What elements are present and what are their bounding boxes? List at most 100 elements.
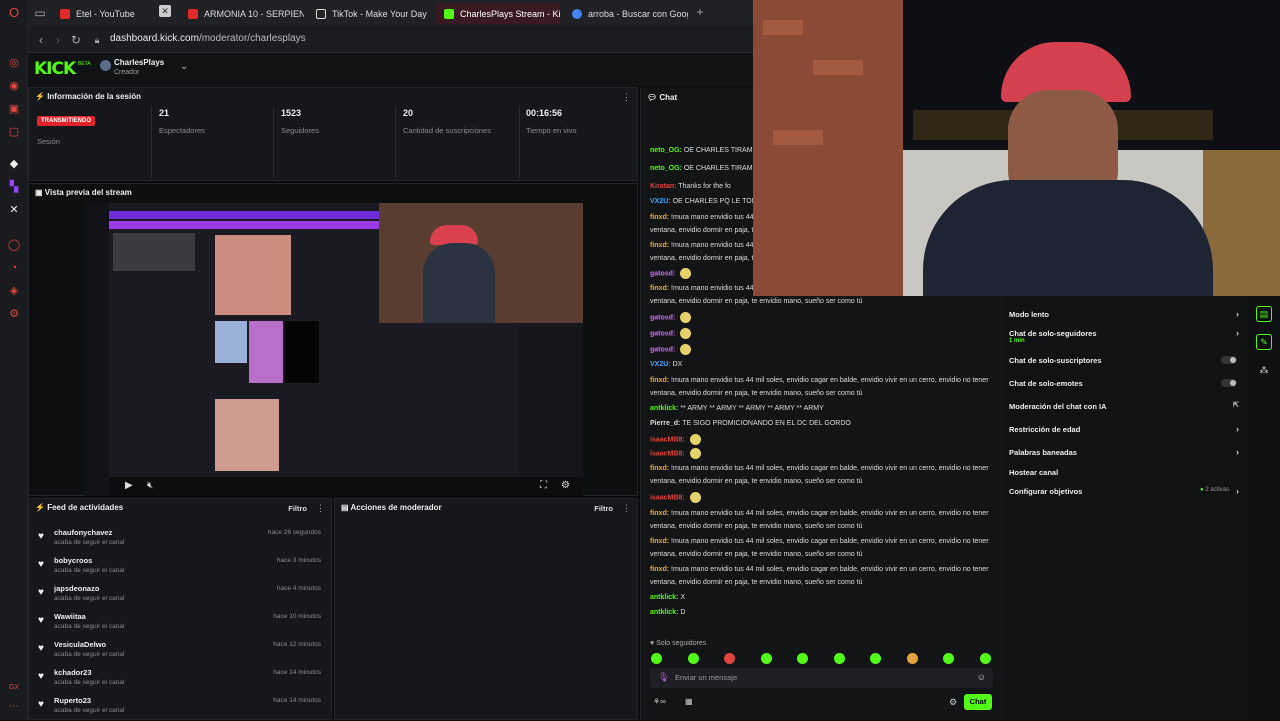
sidebar-app-icon[interactable]: ▢ [7,125,21,139]
chat-username[interactable]: isaacMB8: [650,494,685,501]
chat-username[interactable]: gatosd: [650,346,675,353]
twitch-icon[interactable]: ▚ [7,180,21,194]
mod-filter-button[interactable]: Filtro [594,504,613,513]
emote-icon[interactable] [687,653,699,664]
chat-username[interactable]: antklick: [650,594,678,601]
calendar-icon[interactable]: ▦ [685,697,693,706]
chat-username[interactable]: finxd: [650,538,669,545]
chat-username[interactable]: VX2U: [650,198,671,205]
emote-icon[interactable] [724,653,735,664]
tab-menu-icon[interactable]: ▭ [32,5,48,21]
panel-toggle-icon[interactable]: ▤ [1256,306,1272,322]
chat-username[interactable]: Pierre_d: [650,420,680,427]
emote-icon[interactable] [651,653,662,664]
tab-charlesplays[interactable]: CharlesPlays Stream - Ki [436,3,560,24]
settings-icon[interactable]: ⚙ [7,307,21,321]
settings-icon[interactable]: ⚙ [949,697,957,708]
chat-username[interactable]: neto_OG: [650,165,682,172]
chat-username[interactable]: isaacMB8: [650,436,685,443]
chat-username[interactable]: finxd: [650,214,669,221]
emote-icon [680,328,692,339]
more-icon[interactable]: ⋯ [7,700,21,714]
sidebar-app-icon[interactable]: GX [7,681,21,695]
setting-ai-moderation[interactable]: Moderación del chat con IA ⇱ [1009,402,1241,411]
sidebar-app-icon[interactable]: ◆ [7,157,21,171]
address-bar: ‹ › ↻ 🔒︎ dashboard.kick.com/moderator/ch… [28,26,753,53]
setting-banned-words[interactable]: Palabras baneadas › [1009,447,1241,457]
play-icon[interactable]: ▶ [125,480,133,491]
sidebar-app-icon[interactable]: ◉ [7,79,21,93]
chat-username[interactable]: isaacMB8: [650,450,685,457]
history-icon[interactable]: ◔ [7,261,21,275]
feed-title: ⚡ Feed de actividades [35,503,124,512]
close-tab-icon[interactable]: ✕ [159,5,171,17]
kick-logo[interactable]: KICK [34,59,76,79]
tab-google[interactable]: arroba - Buscar con Goog [564,3,688,24]
more-options-icon[interactable]: ⋮ [622,92,631,103]
emote-icon[interactable] [797,653,808,664]
chat-username[interactable]: gatosd: [650,270,675,277]
feed-filter-button[interactable]: Filtro [288,504,307,513]
setting-followers-only[interactable]: Chat de solo-seguidores 1 min › [1009,328,1241,344]
tab-tiktok[interactable]: TikTok - Make Your Day [308,3,432,24]
chat-username[interactable]: neto_OG: [650,147,682,154]
setting-goals[interactable]: Configurar objetivos ● 2 activas › [1009,486,1241,496]
forward-icon[interactable]: › [50,32,66,48]
chat-username[interactable]: finxd: [650,242,669,249]
chat-username[interactable]: antklick: [650,609,678,616]
chat-username[interactable]: finxd: [650,566,669,573]
back-icon[interactable]: ‹ [33,32,49,48]
more-options-icon[interactable]: ⋮ [316,503,325,514]
mute-icon[interactable]: 🔇︎ [147,480,153,491]
sidebar-app-icon[interactable]: ▣ [7,102,21,116]
setting-host-channel[interactable]: Hostear canal [1009,468,1241,477]
chat-username[interactable]: VX2U: [650,361,671,368]
emote-icon[interactable] [760,653,772,664]
mic-icon[interactable]: 🎙︎ [658,672,669,683]
reload-icon[interactable]: ↻ [68,32,84,48]
chat-username[interactable]: Kiratan: [650,183,676,190]
toggle-switch[interactable] [1221,356,1237,364]
stream-preview-video[interactable]: ▶ 🔇︎ ⛶ ⚙ [85,203,583,496]
sidebar-app-icon[interactable]: ◎ [7,56,21,70]
chat-username[interactable]: gatosd: [650,330,675,337]
chat-username[interactable]: gatosd: [650,314,675,321]
emote-icon[interactable] [979,653,991,664]
channel-name[interactable]: CharlesPlays [114,58,164,67]
emote-icon[interactable] [906,653,918,664]
emote-icon[interactable] [943,653,954,664]
send-chat-button[interactable]: Chat [964,694,992,710]
wrench-icon[interactable]: ✎ [1256,334,1272,350]
sidebar-app-icon[interactable]: ◯ [7,238,21,252]
emote-icon[interactable] [870,653,881,664]
settings-icon[interactable]: ⚙ [561,480,570,491]
setting-subscribers-only[interactable]: Chat de solo-suscriptores [1009,356,1241,365]
chat-title: 💬︎ Chat [647,93,678,102]
x-icon[interactable]: ✕ [7,203,21,217]
chat-text: ventana, envidio dormir en paja, te envi… [650,579,863,586]
chat-username[interactable]: finxd: [650,510,669,517]
chat-username[interactable]: finxd: [650,285,669,292]
mod-tools-icon[interactable]: ⚘∞ [653,697,666,706]
emote-icon[interactable] [833,653,845,664]
setting-slow-mode[interactable]: Modo lento › [1009,309,1241,319]
fullscreen-icon[interactable]: ⛶ [540,480,547,491]
chat-username[interactable]: finxd: [650,465,669,472]
chat-username[interactable]: finxd: [650,377,669,384]
chat-input[interactable]: 🎙︎ Enviar un mensaje ☺ [650,668,993,688]
setting-age-restriction[interactable]: Restricción de edad › [1009,424,1241,434]
chat-username[interactable]: antklick: [650,405,678,412]
url-field[interactable]: dashboard.kick.com/moderator/charlesplay… [110,33,306,44]
chevron-down-icon[interactable]: ⌄ [180,61,188,72]
tab-armonia[interactable]: ARMONIA 10 - SERPIENT [180,3,304,24]
emoji-icon[interactable]: ☺ [977,672,986,682]
sidebar-app-icon[interactable]: ◈ [7,284,21,298]
chat-message: gatosd: [650,328,1002,340]
opera-logo-icon[interactable]: O [7,6,21,20]
more-options-icon[interactable]: ⋮ [622,503,631,514]
connections-icon[interactable]: ⁂ [1256,362,1272,378]
setting-emotes-only[interactable]: Chat de solo-emotes [1009,379,1241,388]
toggle-switch[interactable] [1221,379,1237,387]
new-tab-button[interactable]: + [692,4,708,20]
tab-youtube[interactable]: Etel - YouTube [52,3,176,24]
